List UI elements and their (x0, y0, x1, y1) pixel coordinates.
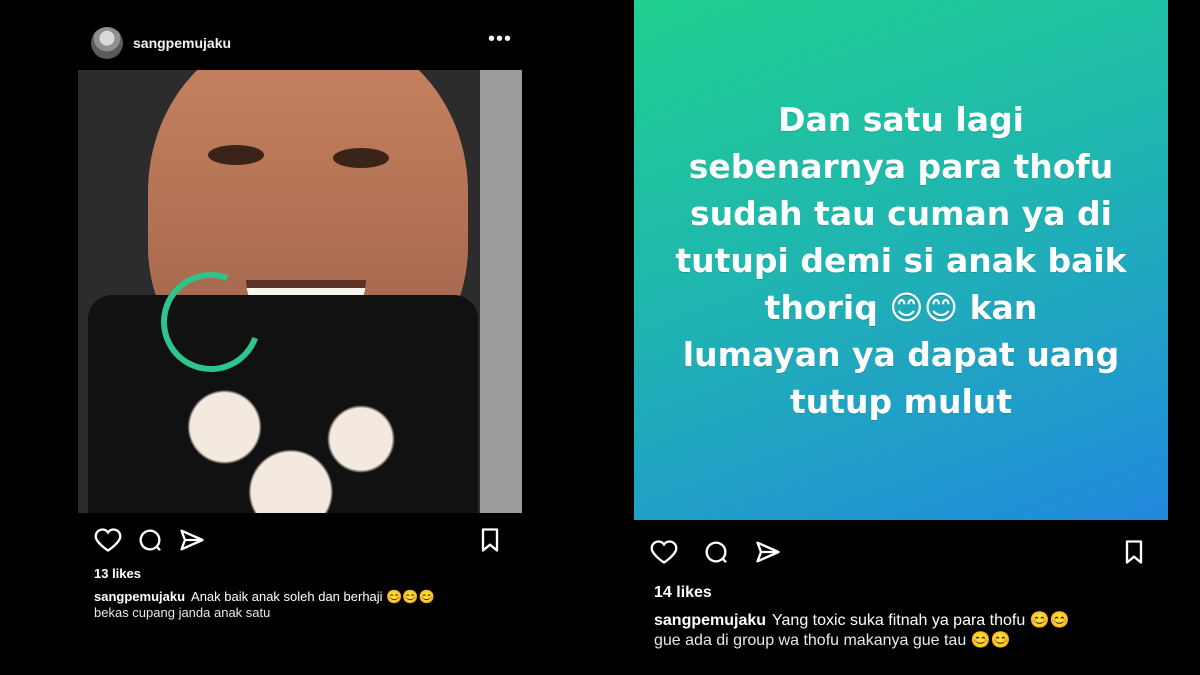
photo-side-strip (480, 70, 522, 513)
heart-icon[interactable] (650, 538, 678, 566)
username[interactable]: sangpemujaku (133, 35, 231, 51)
caption-line-2: gue ada di group wa thofu makanya gue ta… (654, 632, 1011, 649)
instagram-post-right: Dan satu lagi sebenarnya para thofu suda… (634, 0, 1168, 675)
caption-text: Yang toxic suka fitnah ya para thofu 😊😊 (772, 612, 1070, 629)
post-meta: 13 likes sangpemujaku Anak baik anak sole… (94, 566, 538, 620)
bookmark-icon[interactable] (476, 526, 504, 554)
share-icon[interactable] (754, 538, 782, 566)
caption-line-2: bekas cupang janda anak satu (94, 605, 271, 620)
heart-icon[interactable] (94, 526, 122, 554)
batik-shirt (88, 295, 478, 513)
share-icon[interactable] (178, 526, 206, 554)
comment-icon[interactable] (136, 526, 164, 554)
left-eye-shape (208, 145, 264, 165)
caption-username[interactable]: sangpemujaku (654, 612, 766, 629)
right-eye-shape (333, 148, 389, 168)
text-story-card[interactable]: Dan satu lagi sebenarnya para thofu suda… (634, 0, 1168, 520)
caption-text: Anak baik anak soleh dan berhaji 😊😊😊 (191, 589, 435, 604)
post-actions (634, 538, 1168, 568)
bookmark-icon[interactable] (1120, 538, 1148, 566)
post-header: sangpemujaku ••• (78, 24, 522, 64)
caption-line-1: sangpemujaku Anak baik anak soleh dan ber… (94, 589, 538, 605)
post-meta: 14 likes sangpemujaku Yang toxic suka fit… (654, 584, 1188, 650)
story-text: Dan satu lagi sebenarnya para thofu suda… (675, 99, 1127, 421)
comment-icon[interactable] (702, 538, 730, 566)
more-options-icon[interactable]: ••• (488, 28, 512, 51)
post-actions (78, 526, 522, 556)
instagram-post-left: sangpemujaku ••• 13 likes sangpemujaku An… (78, 0, 522, 675)
likes-count[interactable]: 13 likes (94, 566, 538, 581)
post-photo[interactable] (78, 70, 522, 513)
caption-username[interactable]: sangpemujaku (94, 589, 185, 604)
avatar[interactable] (91, 27, 123, 59)
likes-count[interactable]: 14 likes (654, 584, 1188, 602)
caption-line-1: sangpemujaku Yang toxic suka fitnah ya pa… (654, 610, 1188, 630)
